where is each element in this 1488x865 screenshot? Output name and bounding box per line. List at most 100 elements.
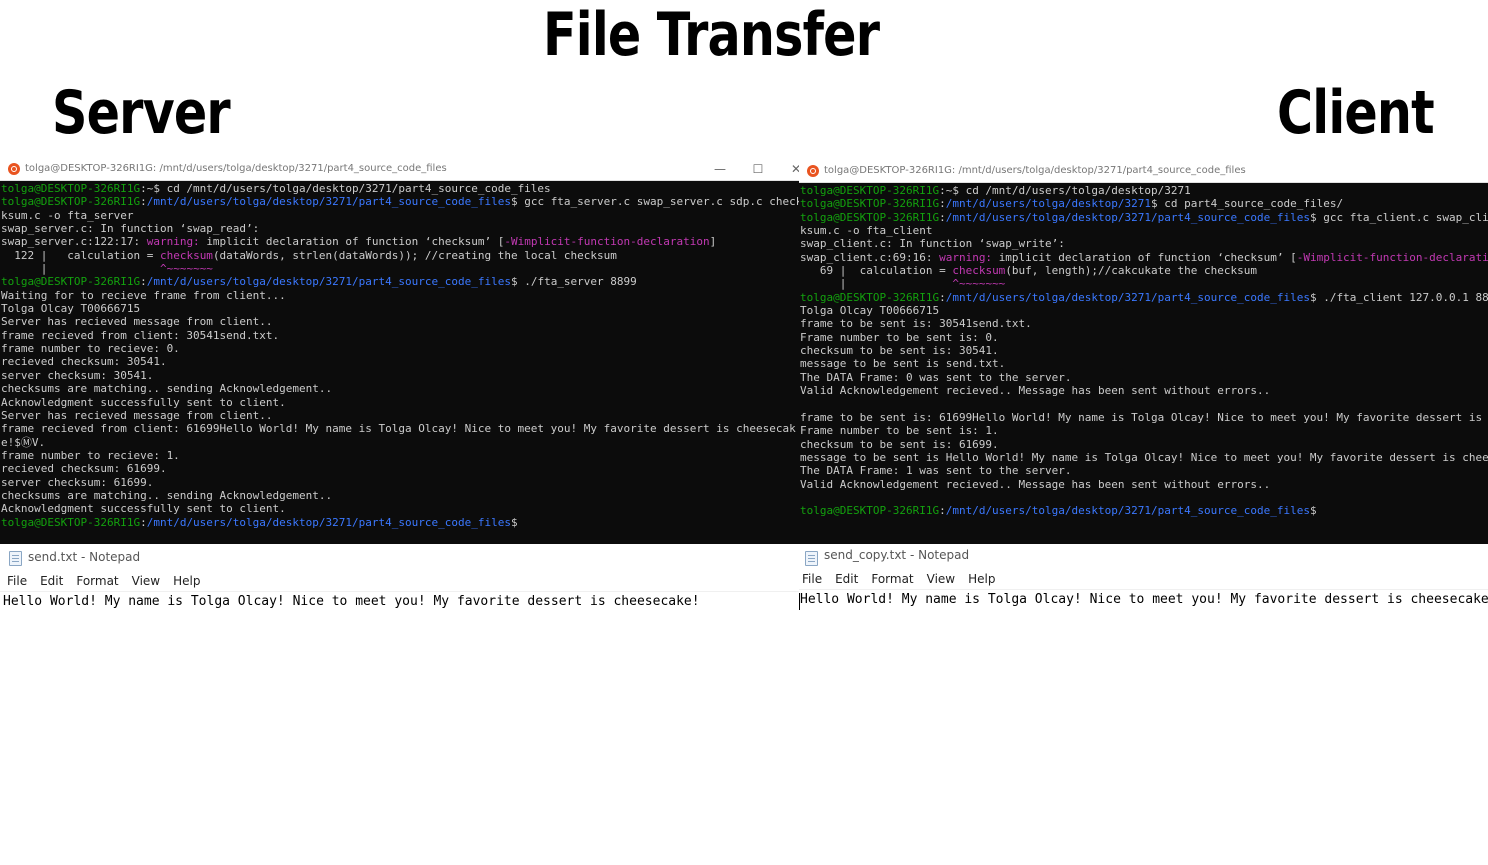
terminal-segment-text: $ ./fta_server 8899	[510, 275, 637, 289]
terminal-segment-warn: warning:	[939, 250, 999, 264]
terminal-segment-path: /mnt/d/users/tolga/desktop/3271	[945, 197, 1152, 211]
terminal-line: Acknowledgment successfully sent to clie…	[1, 502, 799, 515]
terminal-segment-text: :	[140, 195, 147, 209]
terminal-line: frame recieved from client: 61699Hello W…	[1, 422, 799, 435]
server-terminal-window[interactable]: tolga@DESKTOP-326RI1G: /mnt/d/users/tolg…	[0, 158, 799, 544]
terminal-segment-prompt: tolga@DESKTOP-326RI1G	[1, 195, 141, 209]
terminal-line: 69 | calculation = checksum(buf, length)…	[800, 264, 1488, 277]
terminal-segment-text: implicit declaration of function ‘checks…	[206, 235, 505, 249]
terminal-line: tolga@DESKTOP-326RI1G:/mnt/d/users/tolga…	[800, 197, 1488, 210]
client-notepad-menubar: File Edit Format View Help	[802, 572, 1008, 586]
terminal-segment-prompt: tolga@DESKTOP-326RI1G	[1, 515, 141, 529]
terminal-segment-text: frame recieved from client: 61699Hello W…	[1, 422, 796, 436]
terminal-segment-text: server checksum: 61699.	[1, 475, 154, 489]
terminal-segment-text: :	[939, 210, 946, 224]
terminal-line: server checksum: 61699.	[1, 476, 799, 489]
menu-format[interactable]: Format	[76, 574, 118, 588]
client-terminal-window[interactable]: tolga@DESKTOP-326RI1G: /mnt/d/users/tolg…	[799, 160, 1488, 544]
terminal-segment-prompt: tolga@DESKTOP-326RI1G	[1, 275, 141, 289]
terminal-segment-text: :	[939, 290, 946, 304]
terminal-line: 122 | calculation = checksum(dataWords, …	[1, 249, 799, 262]
terminal-segment-text: (dataWords, strlen(dataWords)); //creati…	[212, 248, 617, 262]
terminal-segment-text: The DATA Frame: 1 was sent to the server…	[800, 464, 1072, 478]
maximize-button[interactable]: ☐	[748, 158, 768, 180]
server-label: Server	[52, 78, 231, 148]
notepad-icon	[9, 551, 22, 566]
terminal-segment-text: Tolga Olcay T00666715	[1, 302, 141, 316]
terminal-segment-text: Frame number to be sent is: 0.	[800, 330, 999, 344]
terminal-segment-text: frame number to recieve: 0.	[1, 342, 180, 356]
terminal-segment-text: 69 | calculation =	[800, 264, 953, 278]
menu-edit[interactable]: Edit	[40, 574, 63, 588]
terminal-segment-text: 122 | calculation =	[1, 248, 160, 262]
menu-file[interactable]: File	[7, 574, 27, 588]
terminal-line: swap_client.c:69:16: warning: implicit d…	[800, 251, 1488, 264]
terminal-line: frame to be sent is: 61699Hello World! M…	[800, 411, 1488, 424]
terminal-segment-path: /mnt/d/users/tolga/desktop/3271/part4_so…	[146, 195, 511, 209]
terminal-line: Valid Acknowledgement recieved.. Message…	[800, 384, 1488, 397]
server-notepad-window[interactable]: send.txt - Notepad File Edit Format View Hel…	[0, 544, 799, 619]
terminal-segment-prompt: tolga@DESKTOP-326RI1G	[1, 182, 141, 195]
terminal-segment-warn: checksum	[159, 248, 213, 262]
menu-view[interactable]: View	[132, 574, 160, 588]
terminal-segment-text: $ cd part4_source_code_files/	[1151, 197, 1344, 211]
minimize-button[interactable]: —	[710, 158, 730, 180]
terminal-segment-text: The DATA Frame: 0 was sent to the server…	[800, 370, 1072, 384]
menu-help[interactable]: Help	[968, 572, 995, 586]
menu-view[interactable]: View	[927, 572, 955, 586]
terminal-line: ksum.c -o fta_server	[1, 209, 799, 222]
menu-format[interactable]: Format	[871, 572, 913, 586]
terminal-segment-path: /mnt/d/users/tolga/desktop/3271/part4_so…	[146, 275, 511, 289]
terminal-segment-path: /mnt/d/users/tolga/desktop/3271/part4_so…	[146, 515, 511, 529]
terminal-line: swap_server.c:122:17: warning: implicit …	[1, 235, 799, 248]
terminal-line: The DATA Frame: 0 was sent to the server…	[800, 371, 1488, 384]
terminal-line: Acknowledgment successfully sent to clie…	[1, 396, 799, 409]
terminal-line: ksum.c -o fta_client	[800, 224, 1488, 237]
terminal-line: tolga@DESKTOP-326RI1G:/mnt/d/users/tolga…	[800, 211, 1488, 224]
terminal-segment-warn: checksum	[952, 264, 1006, 278]
client-notepad-text[interactable]: Hello World! My name is Tolga Olcay! Nic…	[800, 592, 1488, 607]
terminal-segment-text: checksums are matching.. sending Acknowl…	[1, 382, 333, 396]
terminal-segment-path: /mnt/d/users/tolga/desktop/3271/part4_so…	[945, 210, 1310, 224]
menu-help[interactable]: Help	[173, 574, 200, 588]
terminal-line: frame to be sent is: 30541send.txt.	[800, 317, 1488, 330]
terminal-segment-text: $	[1309, 504, 1317, 518]
terminal-segment-text: Server has recieved message from client.…	[1, 408, 273, 422]
terminal-segment-text: frame to be sent is: 30541send.txt.	[800, 317, 1032, 331]
terminal-line: e!$ⓂV.	[1, 436, 799, 449]
server-notepad-menubar: File Edit Format View Help	[7, 574, 213, 588]
menu-file[interactable]: File	[802, 572, 822, 586]
client-terminal-titlebar[interactable]: tolga@DESKTOP-326RI1G: /mnt/d/users/tolg…	[799, 160, 1488, 183]
terminal-segment-warn: warning:	[146, 235, 207, 249]
terminal-segment-text: Frame number to be sent is: 1.	[800, 424, 999, 438]
server-terminal-titlebar[interactable]: tolga@DESKTOP-326RI1G: /mnt/d/users/tolg…	[0, 158, 799, 181]
terminal-segment-warn: ^~~~~~~~	[159, 262, 213, 276]
client-notepad-window[interactable]: send_copy.txt - Notepad File Edit Format Vi…	[799, 544, 1488, 619]
terminal-segment-text: ksum.c -o fta_server	[1, 208, 134, 222]
terminal-segment-text: :	[140, 275, 147, 289]
terminal-segment-text: :~$ cd /mnt/d/users/tolga/desktop/3271/p…	[140, 182, 551, 195]
terminal-line: message to be sent is send.txt.	[800, 357, 1488, 370]
terminal-line: Tolga Olcay T00666715	[1, 302, 799, 315]
server-terminal-output[interactable]: tolga@DESKTOP-326RI1G:~$ cd /mnt/d/users…	[0, 181, 799, 529]
terminal-segment-text: $ gcc fta_server.c swap_server.c sdp.c c…	[510, 195, 799, 209]
terminal-segment-text: Valid Acknowledgement recieved.. Message…	[800, 384, 1271, 398]
terminal-segment-text: swap_server.c: In function ‘swap_read’:	[1, 222, 260, 236]
terminal-line: Server has recieved message from client.…	[1, 409, 799, 422]
terminal-segment-text: |	[1, 262, 160, 276]
close-button[interactable]: ✕	[786, 158, 799, 180]
terminal-line: tolga@DESKTOP-326RI1G:/mnt/d/users/tolga…	[1, 195, 799, 208]
ubuntu-icon	[807, 165, 819, 177]
page-title: File Transfer	[543, 0, 880, 70]
server-notepad-text[interactable]: Hello World! My name is Tolga Olcay! Nic…	[3, 594, 700, 609]
client-terminal-output[interactable]: tolga@DESKTOP-326RI1G:~$ cd /mnt/d/users…	[799, 183, 1488, 518]
terminal-line: tolga@DESKTOP-326RI1G:/mnt/d/users/tolga…	[1, 275, 799, 288]
terminal-line: frame number to recieve: 0.	[1, 342, 799, 355]
terminal-segment-text: $ ./fta_client 127.0.0.1 8899	[1309, 290, 1488, 304]
terminal-line: tolga@DESKTOP-326RI1G:/mnt/d/users/tolga…	[800, 504, 1488, 517]
terminal-segment-text: |	[800, 277, 953, 291]
terminal-line: Server has recieved message from client.…	[1, 315, 799, 328]
terminal-line: | ^~~~~~~~	[800, 277, 1488, 290]
menu-edit[interactable]: Edit	[835, 572, 858, 586]
